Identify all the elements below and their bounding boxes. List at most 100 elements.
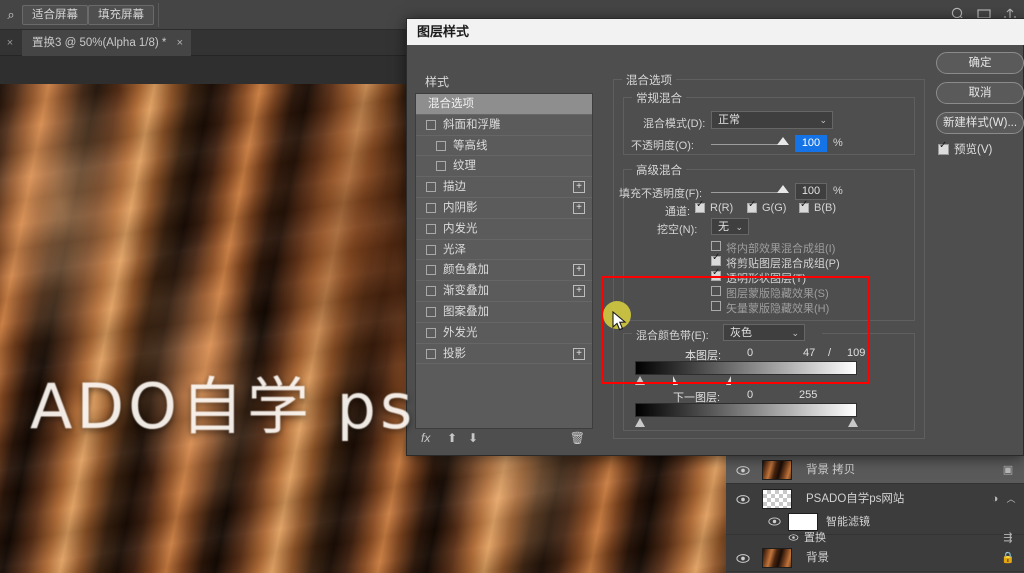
eye-icon[interactable] <box>736 493 750 506</box>
move-down-icon[interactable]: ⬇ <box>468 431 478 445</box>
table-row[interactable]: 背景 🔒 <box>726 544 1024 572</box>
preview-label: 预览(V) <box>954 144 993 156</box>
chevron-up-icon[interactable]: ︿ <box>1004 492 1018 506</box>
style-item-label: 内阴影 <box>443 201 478 214</box>
opacity-slider-thumb[interactable] <box>777 137 789 145</box>
ok-button[interactable]: 确定 <box>936 52 1024 74</box>
smart-filter-icon[interactable]: ◑ <box>988 492 1002 506</box>
this-layer-gradient-bar[interactable] <box>635 361 857 375</box>
layer-thumbnail[interactable] <box>762 548 792 568</box>
style-item-texture[interactable]: 纹理 <box>416 156 592 178</box>
underlying-layer-black-slider[interactable] <box>635 418 645 427</box>
style-item-label: 纹理 <box>453 160 476 173</box>
checkbox[interactable] <box>426 223 436 234</box>
style-item-pattern-overlay[interactable]: 图案叠加 <box>416 302 592 323</box>
fill-screen-button[interactable]: 填充屏幕 <box>88 5 154 25</box>
style-item-inner-shadow[interactable]: 内阴影 + <box>416 198 592 219</box>
fit-screen-button[interactable]: 适合屏幕 <box>22 5 88 25</box>
fill-opacity-slider-track[interactable] <box>711 192 787 193</box>
checkbox[interactable] <box>426 202 436 213</box>
general-blending-legend: 常规混合 <box>632 90 686 106</box>
new-style-button[interactable]: 新建样式(W)... <box>936 112 1024 134</box>
eye-icon[interactable] <box>788 533 799 542</box>
chevron-down-icon: ⌄ <box>791 328 799 338</box>
cancel-button[interactable]: 取消 <box>936 82 1024 104</box>
checkbox[interactable] <box>711 301 721 311</box>
table-row[interactable]: 背景 拷贝 ▣ <box>726 456 1024 484</box>
filter-settings-icon[interactable]: ⇶ <box>1001 531 1015 545</box>
layer-name: PSADO自学ps网站 <box>806 493 905 505</box>
underlying-layer-gradient-bar[interactable] <box>635 403 857 417</box>
checkbox[interactable] <box>711 252 721 266</box>
checkbox[interactable] <box>426 327 436 338</box>
checkbox[interactable] <box>711 267 721 281</box>
channel-label: B(B) <box>814 202 836 214</box>
trash-icon[interactable]: 🗑 <box>570 431 585 445</box>
blend-mode-select[interactable]: 正常 ⌄ <box>711 111 833 129</box>
clipping-mask-icon[interactable]: ▣ <box>1001 463 1015 477</box>
opacity-unit: % <box>833 137 843 149</box>
style-item-label: 内发光 <box>443 222 478 235</box>
checkbox[interactable] <box>747 199 757 213</box>
eye-icon[interactable] <box>768 516 781 527</box>
style-item-outer-glow[interactable]: 外发光 <box>416 323 592 344</box>
style-item-inner-glow[interactable]: 内发光 <box>416 219 592 240</box>
checkbox[interactable] <box>426 244 436 255</box>
checkbox[interactable] <box>711 241 721 251</box>
blend-if-channel-select[interactable]: 灰色 ⌄ <box>723 324 805 341</box>
checkbox[interactable] <box>436 161 446 172</box>
checkbox[interactable] <box>436 140 446 151</box>
style-item-blending-options[interactable]: 混合选项 <box>416 94 592 115</box>
checkbox[interactable] <box>426 119 436 130</box>
opacity-slider-track[interactable] <box>711 144 787 145</box>
checkbox[interactable] <box>799 199 809 213</box>
checkbox[interactable] <box>426 348 436 359</box>
checkbox[interactable] <box>426 182 436 193</box>
add-effect-icon[interactable]: + <box>573 201 585 214</box>
layer-thumbnail[interactable] <box>762 489 792 509</box>
preview-checkbox-row[interactable]: 预览(V) <box>936 140 1024 158</box>
document-tab[interactable]: 置换3 @ 50%(Alpha 1/8) * × <box>22 30 192 56</box>
eye-icon[interactable] <box>736 464 750 477</box>
style-item-gradient-overlay[interactable]: 渐变叠加 + <box>416 281 592 302</box>
zoom-tool-icon[interactable]: ⌕ <box>2 6 20 24</box>
close-icon[interactable]: × <box>177 37 183 49</box>
knockout-select[interactable]: 无 ⌄ <box>711 218 749 235</box>
styles-footer: fx ⬆ ⬇ 🗑 <box>415 429 593 451</box>
underlying-layer-white-slider[interactable] <box>848 418 858 427</box>
fill-opacity-slider-thumb[interactable] <box>777 185 789 193</box>
checkbox[interactable] <box>426 286 436 297</box>
layers-panel[interactable]: 背景 拷贝 ▣ PSADO自学ps网站 ◑ ︿ 智能滤镜 置换 ⇶ 背景 🔒 <box>726 455 1024 573</box>
eye-icon[interactable] <box>736 552 750 565</box>
checkbox[interactable] <box>938 140 949 155</box>
move-up-icon[interactable]: ⬆ <box>447 431 457 445</box>
blending-options-panel: 混合选项 常规混合 混合模式(D): 正常 ⌄ 不透明度(O): 100 % 高… <box>607 71 927 451</box>
checkbox[interactable] <box>695 199 705 213</box>
this-layer-black-slider[interactable] <box>635 376 645 385</box>
add-effect-icon[interactable]: + <box>573 181 585 194</box>
checkbox[interactable] <box>426 265 436 276</box>
close-icon[interactable]: × <box>3 36 17 50</box>
fill-opacity-input[interactable]: 100 <box>795 183 827 200</box>
fx-icon[interactable]: fx <box>421 431 430 445</box>
styles-list[interactable]: 混合选项 斜面和浮雕 等高线 纹理 描边 + 内阴影 + 内发光 光泽 颜色叠加… <box>415 93 593 429</box>
checkbox[interactable] <box>426 306 436 317</box>
table-row[interactable]: PSADO自学ps网站 ◑ ︿ 智能滤镜 置换 ⇶ <box>726 485 1024 544</box>
option-label: 将内部效果混合成组(I) <box>726 243 836 255</box>
add-effect-icon[interactable]: + <box>573 347 585 360</box>
layer-thumbnail[interactable] <box>762 460 792 480</box>
underlying-layer-white-value: 255 <box>799 389 818 401</box>
style-item-drop-shadow[interactable]: 投影 + <box>416 344 592 365</box>
style-item-label: 混合选项 <box>428 98 474 110</box>
style-item-contour[interactable]: 等高线 <box>416 136 592 157</box>
add-effect-icon[interactable]: + <box>573 285 585 298</box>
add-effect-icon[interactable]: + <box>573 264 585 277</box>
style-item-bevel-emboss[interactable]: 斜面和浮雕 <box>416 115 592 136</box>
style-item-satin[interactable]: 光泽 <box>416 240 592 261</box>
style-item-label: 外发光 <box>443 326 478 339</box>
checkbox[interactable] <box>711 286 721 296</box>
style-item-color-overlay[interactable]: 颜色叠加 + <box>416 260 592 282</box>
style-item-stroke[interactable]: 描边 + <box>416 177 592 198</box>
this-layer-black-value: 0 <box>747 347 754 359</box>
opacity-input[interactable]: 100 <box>795 135 827 152</box>
